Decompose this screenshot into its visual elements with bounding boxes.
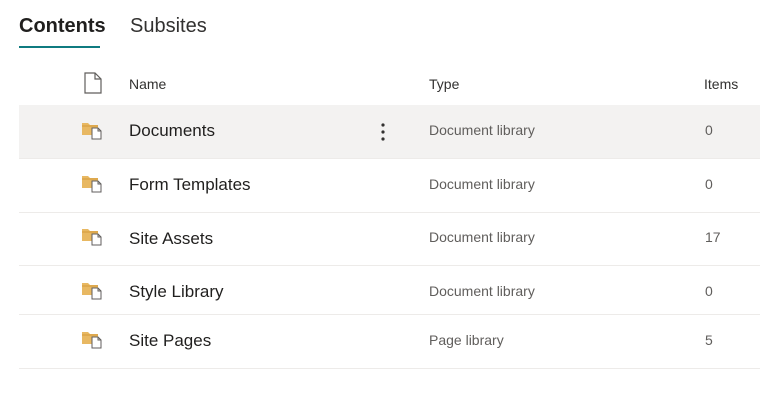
list-item-count: 0 (705, 122, 713, 138)
list-item-name[interactable]: Style Library (129, 281, 223, 303)
list-item-count: 5 (705, 332, 713, 348)
list-item-type: Document library (429, 176, 535, 192)
list-item[interactable]: Form Templates Document library 0 (19, 159, 760, 213)
more-options-icon[interactable] (375, 120, 391, 144)
active-tab-indicator (19, 46, 100, 48)
document-library-icon (82, 176, 102, 193)
list-item-name[interactable]: Documents (129, 120, 215, 142)
list-item-type: Document library (429, 229, 535, 245)
tab-contents[interactable]: Contents (19, 13, 106, 39)
list-item-type: Document library (429, 283, 535, 299)
list-item-count: 0 (705, 283, 713, 299)
list-item-count: 0 (705, 176, 713, 192)
column-header-name[interactable]: Name (129, 75, 166, 93)
page-library-icon (82, 332, 102, 349)
column-header-items[interactable]: Items (704, 75, 738, 93)
list-item-name[interactable]: Form Templates (129, 174, 251, 196)
list-item-count: 17 (705, 229, 721, 245)
tab-subsites[interactable]: Subsites (130, 13, 207, 39)
list-item-type: Document library (429, 122, 535, 138)
list-item-name[interactable]: Site Assets (129, 228, 213, 250)
document-library-icon (82, 283, 102, 300)
file-icon[interactable] (84, 72, 102, 94)
list-item-type: Page library (429, 332, 504, 348)
list-item[interactable]: Site Assets Document library 17 (19, 213, 760, 266)
list-item[interactable]: Site Pages Page library 5 (19, 315, 760, 369)
list-item[interactable]: Documents Document library 0 (19, 105, 760, 159)
list-item-name[interactable]: Site Pages (129, 330, 211, 352)
site-contents-page: Contents Subsites Name Type Items Docume… (0, 0, 760, 398)
document-library-icon (82, 229, 102, 246)
column-header-type[interactable]: Type (429, 75, 459, 93)
document-library-icon (82, 123, 102, 140)
list-item[interactable]: Style Library Document library 0 (19, 266, 760, 315)
column-header-row: Name Type Items (19, 62, 760, 104)
